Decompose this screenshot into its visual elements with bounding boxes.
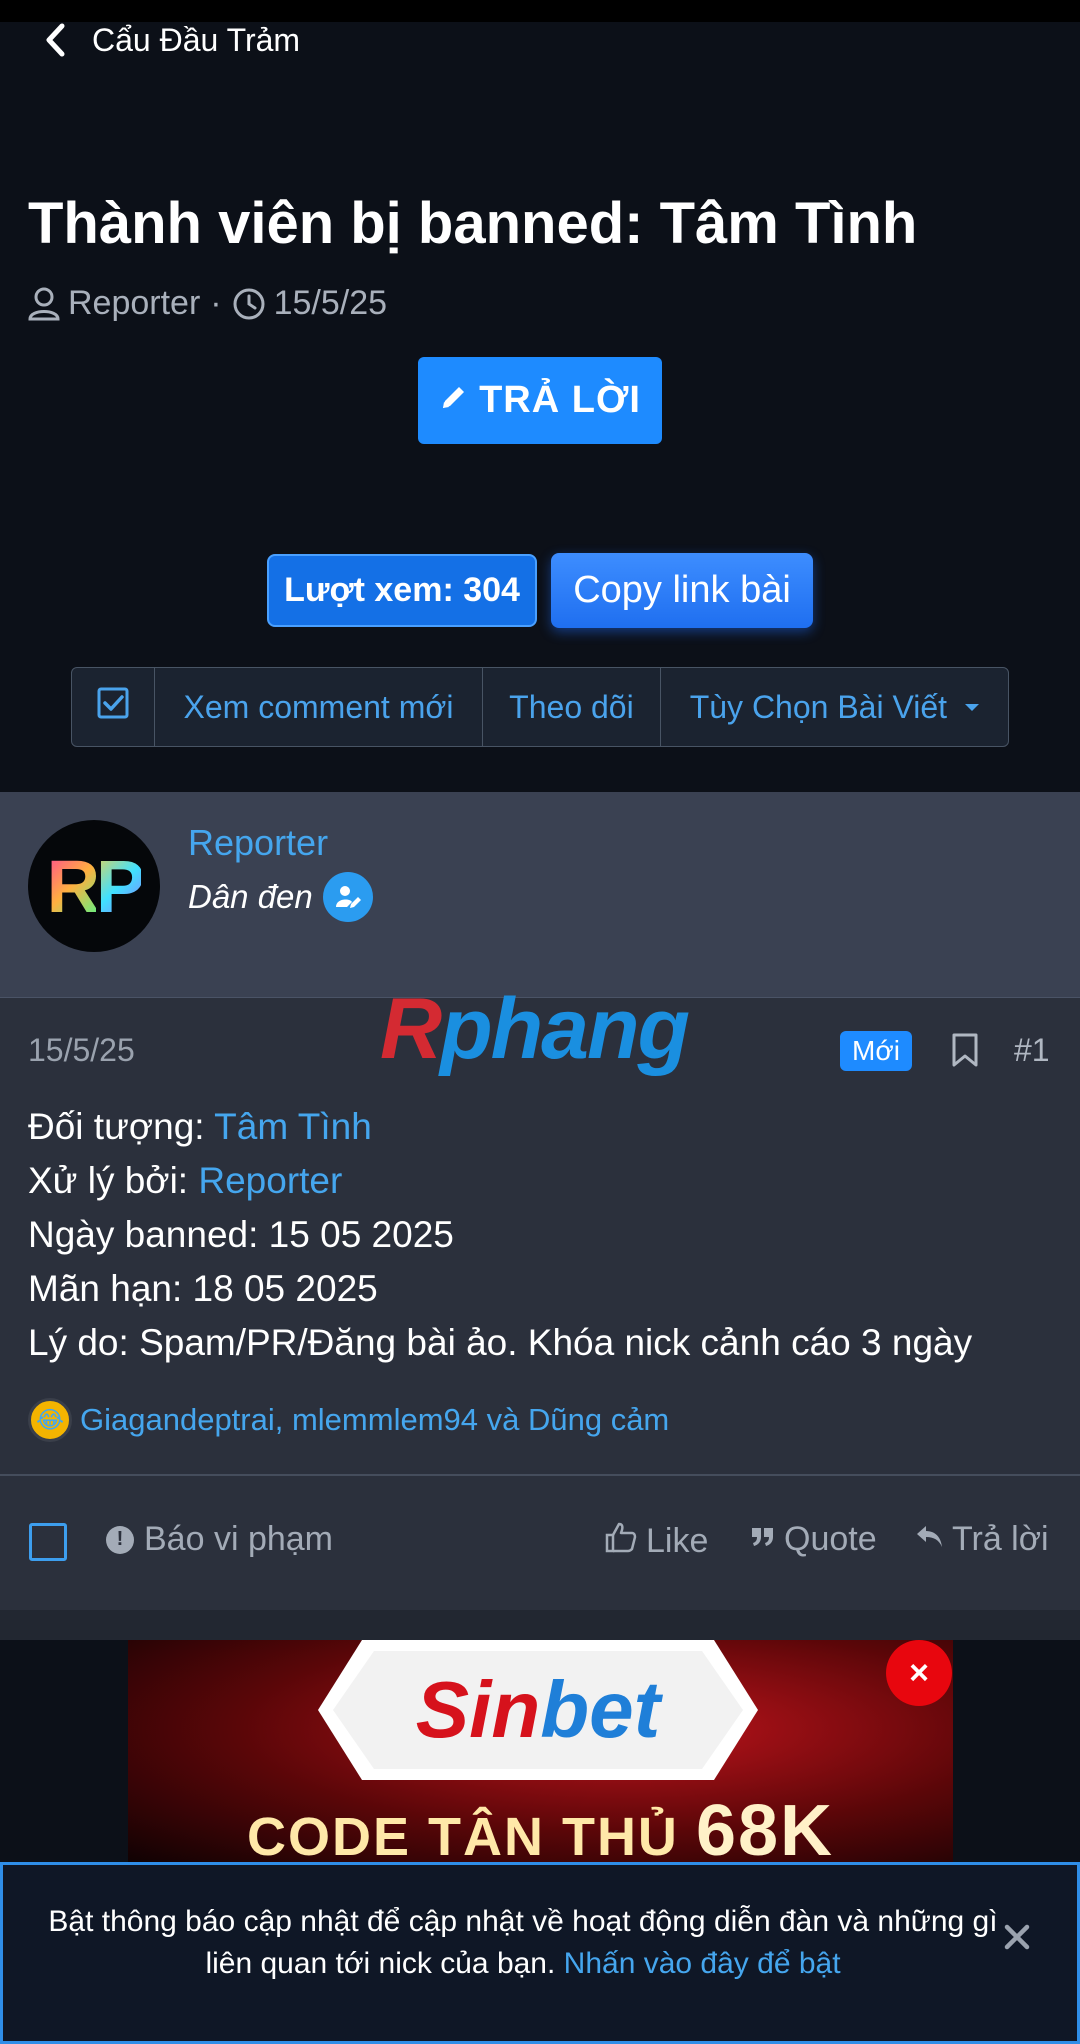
reply-button-label: TRẢ LỜI	[479, 379, 641, 421]
select-post-checkbox[interactable]	[29, 1523, 67, 1561]
watermark-logo: Rphang	[380, 980, 690, 1079]
thread-date[interactable]: 15/5/25	[274, 284, 387, 323]
quote-label: Quote	[784, 1520, 877, 1558]
checkbox-icon	[96, 686, 130, 728]
follow-button[interactable]: Theo dõi	[483, 668, 661, 746]
target-line: Đối tượng: Tâm Tình	[28, 1100, 972, 1154]
user-icon	[28, 287, 60, 321]
reply-arrow-icon	[914, 1520, 952, 1559]
thread-options-label: Tùy Chọn Bài Viết	[689, 688, 948, 725]
post-author-header: RP Reporter Dân đen	[0, 792, 1080, 998]
report-label: Báo vi phạm	[144, 1520, 333, 1558]
avatar[interactable]: RP	[28, 820, 160, 952]
avatar-initial-r: R	[46, 844, 100, 928]
notification-banner: Bật thông báo cập nhật để cập nhật về ho…	[0, 1862, 1080, 2044]
post-number[interactable]: #1	[1014, 1032, 1050, 1069]
ad-brand-b: bet	[540, 1665, 661, 1754]
laughing-emoji-icon: 😂	[28, 1398, 72, 1442]
new-badge: Mới	[840, 1031, 912, 1071]
view-count-badge: Lượt xem: 304	[267, 554, 537, 627]
ad-close-button[interactable]: ×	[886, 1640, 952, 1706]
thread-options-dropdown[interactable]: Tùy Chọn Bài Viết	[661, 668, 1008, 746]
back-label[interactable]: Cẩu Đầu Trảm	[92, 22, 300, 59]
user-edit-icon	[322, 872, 373, 922]
reply-button[interactable]: TRẢ LỜI	[418, 357, 662, 444]
pencil-icon	[439, 379, 479, 422]
quote-icon	[750, 1520, 784, 1559]
ad-tagline-b: 68K	[695, 1791, 835, 1862]
caret-down-icon	[965, 703, 980, 711]
like-button[interactable]: Like	[604, 1520, 708, 1563]
ad-banner[interactable]: Sin bet CODE TÂN THỦ 68K	[128, 1640, 953, 1862]
quote-button[interactable]: Quote	[750, 1520, 877, 1559]
report-button[interactable]: ! Báo vi phạm	[106, 1520, 333, 1559]
watermark-part-a: R	[380, 981, 442, 1077]
chevron-left-icon[interactable]	[44, 20, 74, 60]
reactions-text[interactable]: Giagandeptrai, mlemmlem94 và Dũng cảm	[80, 1402, 669, 1438]
avatar-initial-p: P	[96, 844, 145, 928]
thumbs-up-icon	[604, 1520, 646, 1563]
thread-title: Thành viên bị banned: Tâm Tình	[28, 191, 918, 256]
ad-tagline: CODE TÂN THỦ 68K	[128, 1790, 953, 1862]
thread-meta: Reporter · 15/5/25	[28, 284, 387, 323]
clock-icon	[232, 287, 266, 321]
view-new-comments-button[interactable]: Xem comment mới	[155, 668, 484, 746]
like-label: Like	[646, 1522, 709, 1560]
notification-message: Bật thông báo cập nhật để cập nhật về ho…	[48, 1905, 998, 1980]
meta-separator: ·	[210, 284, 222, 322]
expiry-line: Mãn hạn: 18 05 2025	[28, 1268, 378, 1309]
handler-line: Xử lý bởi: Reporter	[28, 1154, 972, 1208]
target-label: Đối tượng:	[28, 1106, 215, 1147]
watermark-part-b: phang	[440, 981, 690, 1077]
ad-logo-shield: Sin bet	[318, 1640, 758, 1780]
handler-label: Xử lý bởi:	[28, 1160, 199, 1201]
post-actions: ! Báo vi phạm Like Quote Trả lời	[0, 1476, 1080, 1610]
close-icon[interactable]	[997, 1917, 1037, 1957]
ad-tagline-a: CODE TÂN THỦ	[246, 1807, 696, 1862]
ad-brand: Sin bet	[333, 1651, 743, 1769]
post-content: Đối tượng: Tâm Tình Xử lý bởi: Reporter …	[28, 1100, 972, 1370]
reactions-summary[interactable]: 😂 Giagandeptrai, mlemmlem94 và Dũng cảm	[28, 1398, 669, 1442]
reason-line: Lý do: Spam/PR/Đăng bài ảo. Khóa nick cả…	[28, 1322, 973, 1363]
select-toggle[interactable]	[72, 668, 155, 746]
post-separator	[0, 1610, 1080, 1640]
handler-user-link[interactable]: Reporter	[198, 1160, 342, 1201]
ad-brand-a: Sin	[415, 1665, 541, 1754]
post-author-name[interactable]: Reporter	[188, 822, 328, 864]
notification-text: Bật thông báo cập nhật để cập nhật về ho…	[43, 1901, 1003, 1985]
bookmark-icon[interactable]	[950, 1032, 980, 1073]
banned-date-line: Ngày banned: 15 05 2025	[28, 1214, 454, 1255]
target-user-link[interactable]: Tâm Tình	[214, 1106, 372, 1147]
post-reply-label: Trả lời	[952, 1520, 1049, 1558]
thread-author[interactable]: Reporter	[68, 284, 200, 323]
post-date[interactable]: 15/5/25	[28, 1032, 135, 1069]
post-author-role: Dân đen	[188, 872, 373, 922]
author-role-label: Dân đen	[188, 878, 313, 915]
post-reply-button[interactable]: Trả lời	[914, 1520, 1049, 1559]
alert-icon: !	[106, 1525, 134, 1554]
copy-link-button[interactable]: Copy link bài	[551, 553, 813, 628]
enable-notifications-link[interactable]: Nhấn vào đây để bật	[564, 1947, 841, 1980]
thread-toolbar: Xem comment mới Theo dõi Tùy Chọn Bài Vi…	[71, 667, 1009, 747]
back-navigation[interactable]: Cẩu Đầu Trảm	[44, 18, 300, 62]
